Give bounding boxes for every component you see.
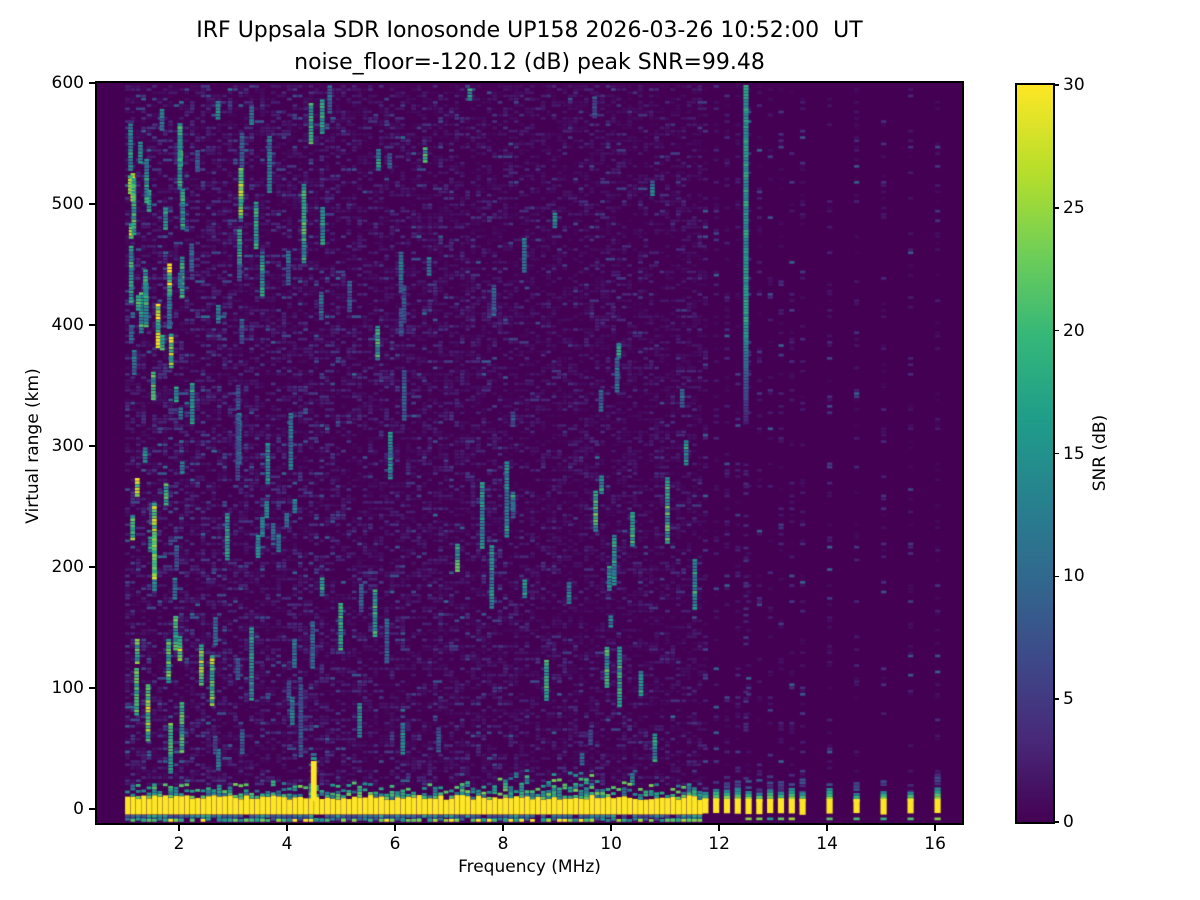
- colorbar-tick-mark: [1053, 207, 1059, 209]
- colorbar-gradient: [1017, 85, 1053, 822]
- y-tick-label: 0: [73, 799, 84, 819]
- chart-title: IRF Uppsala SDR Ionosonde UP158 2026-03-…: [196, 18, 863, 43]
- colorbar-tick-label: 30: [1063, 75, 1085, 95]
- x-tick-mark: [826, 823, 828, 831]
- y-axis-label: Virtual range (km): [23, 368, 43, 524]
- x-tick-label: 12: [708, 834, 730, 854]
- x-tick-label: 2: [173, 834, 185, 854]
- x-axis-label: Frequency (MHz): [458, 857, 601, 877]
- y-tick-label: 200: [51, 557, 84, 577]
- x-tick-mark: [718, 823, 720, 831]
- y-tick-mark: [89, 808, 97, 810]
- colorbar-tick-label: 0: [1063, 812, 1074, 832]
- y-tick-label: 400: [51, 315, 84, 335]
- colorbar-tick-mark: [1053, 698, 1059, 700]
- colorbar-tick-mark: [1053, 575, 1059, 578]
- x-tick-mark: [394, 823, 396, 831]
- y-tick-mark: [89, 566, 97, 568]
- ionogram-heatmap: [97, 83, 962, 823]
- colorbar-tick-mark: [1053, 821, 1059, 823]
- y-tick-label: 600: [51, 73, 84, 93]
- y-tick-label: 500: [51, 194, 84, 214]
- x-tick-mark: [934, 823, 936, 831]
- x-tick-label: 4: [281, 834, 293, 854]
- y-tick-mark: [89, 203, 97, 205]
- x-tick-mark: [610, 823, 612, 831]
- colorbar-tick-mark: [1053, 329, 1059, 332]
- x-tick-label: 16: [924, 834, 946, 854]
- x-tick-label: 8: [497, 834, 509, 854]
- x-tick-mark: [286, 823, 288, 831]
- x-tick-mark: [502, 823, 504, 831]
- colorbar-tick-mark: [1053, 452, 1059, 455]
- y-tick-mark: [89, 687, 97, 689]
- chart-subtitle: noise_floor=-120.12 (dB) peak SNR=99.48: [294, 50, 765, 75]
- colorbar-tick-label: 10: [1063, 566, 1085, 587]
- colorbar-tick-label: 5: [1063, 689, 1074, 710]
- colorbar-label: SNR (dB): [1090, 414, 1110, 492]
- y-tick-mark: [89, 82, 97, 84]
- y-tick-label: 100: [51, 678, 84, 698]
- y-tick-mark: [89, 445, 97, 447]
- x-tick-mark: [178, 823, 180, 831]
- x-tick-label: 10: [600, 834, 622, 854]
- colorbar-tick-label: 25: [1063, 197, 1085, 218]
- x-tick-label: 6: [389, 834, 401, 854]
- x-tick-label: 14: [816, 834, 838, 854]
- colorbar-tick-label: 20: [1063, 320, 1085, 341]
- y-tick-mark: [89, 324, 97, 326]
- ionogram-figure: IRF Uppsala SDR Ionosonde UP158 2026-03-…: [0, 0, 1200, 900]
- colorbar-tick-mark: [1053, 84, 1059, 86]
